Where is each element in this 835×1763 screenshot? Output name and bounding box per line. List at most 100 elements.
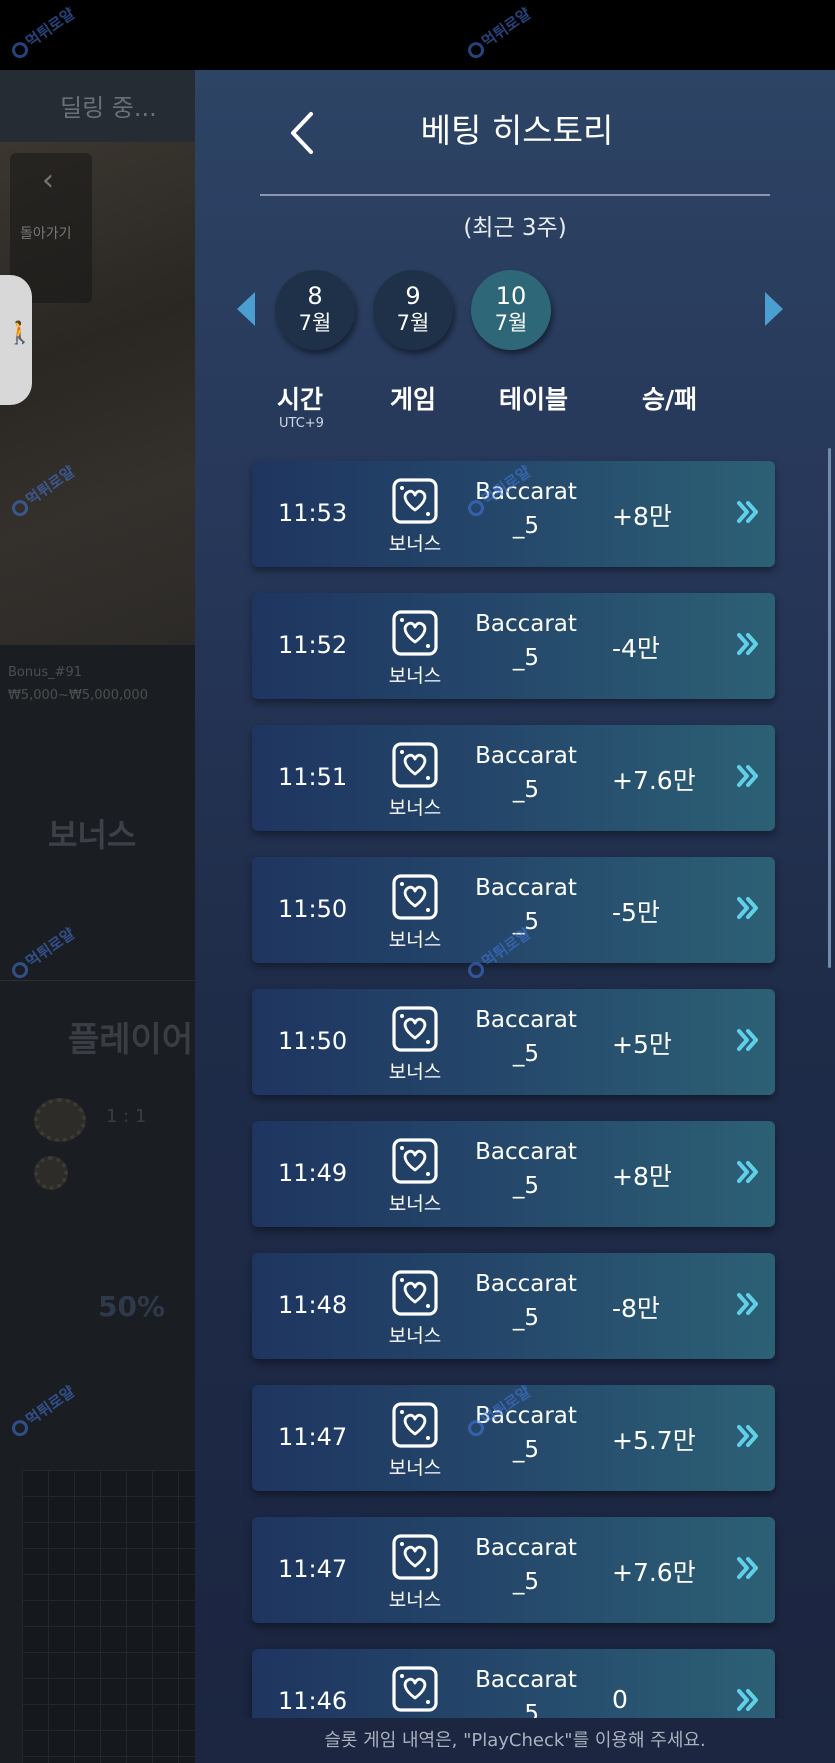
period-label: (최근 3주) [463, 215, 567, 241]
double-chevron-right-icon[interactable] [735, 893, 761, 923]
background-game-view: 딜링 중... ‹ 돌아가기 🚶 Bonus_#91 ₩5,000~₩5,000… [0, 70, 195, 1763]
history-row[interactable]: 11:50 보너스 Baccarat _5 -5만 [252, 857, 775, 963]
page-title: 베팅 히스토리 [420, 111, 614, 150]
row-table-number: _5 [512, 777, 540, 803]
playing-card-heart-icon [392, 742, 438, 788]
accessibility-person-icon: 🚶 [6, 321, 34, 346]
double-chevron-right-icon[interactable] [735, 1553, 761, 1583]
double-chevron-right-icon[interactable] [735, 1025, 761, 1055]
prev-date-arrow-icon[interactable] [237, 292, 255, 326]
header-time: 시간 [277, 385, 324, 414]
row-table-number: _5 [512, 1041, 540, 1067]
row-time: 11:48 [278, 1291, 348, 1319]
history-row[interactable]: 11:47 보너스 Baccarat _5 +5.7만 [252, 1385, 775, 1491]
playing-card-heart-icon [392, 1270, 438, 1316]
double-chevron-right-icon[interactable] [735, 1289, 761, 1319]
playing-card-heart-icon [392, 478, 438, 524]
date-day: 9 [405, 282, 421, 310]
background-table-name: Bonus_#91 [8, 665, 83, 680]
row-table-number: _5 [512, 513, 540, 539]
date-month: 7월 [494, 311, 528, 335]
accessibility-tab[interactable]: 🚶 [0, 275, 34, 405]
row-table-number: _5 [512, 1569, 540, 1595]
background-divider [0, 980, 195, 981]
date-button-8[interactable]: 8 7월 [275, 270, 355, 350]
row-table-name: Baccarat [475, 611, 577, 637]
row-result: +8만 [612, 1162, 672, 1191]
row-table-number: _5 [512, 1173, 540, 1199]
history-row[interactable]: 11:49 보너스 Baccarat _5 +8만 [252, 1121, 775, 1227]
playing-card-heart-icon [392, 1402, 438, 1448]
chevron-left-icon: ‹ [42, 163, 54, 198]
row-game: 보너스 [388, 665, 442, 687]
date-button-9[interactable]: 9 7월 [373, 270, 453, 350]
row-result: +7.6만 [612, 1558, 696, 1587]
row-table-name: Baccarat [475, 1535, 577, 1561]
playing-card-heart-icon [392, 1534, 438, 1580]
header-result: 승/패 [642, 385, 698, 414]
betting-history-panel: 베팅 히스토리 (최근 3주) 8 7월 9 7월 10 7월 시간 UTC+9… [195, 70, 835, 1763]
date-selector: 8 7월 9 7월 10 7월 [195, 270, 835, 360]
history-row[interactable]: 11:50 보너스 Baccarat _5 +5만 [252, 989, 775, 1095]
row-result: +5.7만 [612, 1426, 696, 1455]
double-chevron-right-icon[interactable] [735, 1157, 761, 1187]
row-table-number: _5 [512, 645, 540, 671]
date-button-10[interactable]: 10 7월 [471, 270, 551, 350]
row-time: 11:47 [278, 1555, 348, 1583]
row-time: 11:51 [278, 763, 348, 791]
row-time: 11:50 [278, 895, 348, 923]
header-divider [260, 194, 770, 196]
history-row[interactable]: 11:51 보너스 Baccarat _5 +7.6만 [252, 725, 775, 831]
history-row[interactable]: 11:53 보너스 Baccarat _5 +8만 [252, 461, 775, 567]
double-chevron-right-icon[interactable] [735, 497, 761, 527]
row-time: 11:47 [278, 1423, 348, 1451]
double-chevron-right-icon[interactable] [735, 629, 761, 659]
row-table-name: Baccarat [475, 743, 577, 769]
history-row[interactable]: 11:52 보너스 Baccarat _5 -4만 [252, 593, 775, 699]
row-game: 보너스 [388, 1061, 442, 1083]
row-time: 11:52 [278, 631, 348, 659]
row-game: 보너스 [388, 1457, 442, 1479]
background-status-bar: 딜링 중... [0, 70, 195, 142]
background-back-label: 돌아가기 [20, 226, 72, 242]
row-table-name: Baccarat [475, 1139, 577, 1165]
row-game: 보너스 [388, 1589, 442, 1611]
row-result: -4만 [612, 634, 660, 663]
background-player-label: 플레이어 [68, 1020, 194, 1060]
history-row[interactable]: 11:48 보너스 Baccarat _5 -8만 [252, 1253, 775, 1359]
playing-card-heart-icon [392, 1666, 438, 1712]
header-game: 게임 [390, 385, 437, 414]
row-table-name: Baccarat [475, 1271, 577, 1297]
top-status-strip [0, 0, 835, 70]
header-table: 테이블 [499, 385, 569, 414]
row-table-name: Baccarat [475, 479, 577, 505]
row-time: 11:46 [278, 1687, 348, 1715]
scrollbar[interactable] [828, 448, 831, 968]
background-percent: 50% [98, 1290, 166, 1323]
column-headers: 시간 UTC+9 게임 테이블 승/패 [195, 380, 835, 450]
playing-card-heart-icon [392, 1006, 438, 1052]
row-table-name: Baccarat [475, 1403, 577, 1429]
row-result: -8만 [612, 1294, 660, 1323]
playing-card-heart-icon [392, 610, 438, 656]
row-table-name: Baccarat [475, 1007, 577, 1033]
next-date-arrow-icon[interactable] [765, 292, 783, 326]
row-result: +7.6만 [612, 766, 696, 795]
double-chevron-right-icon[interactable] [735, 761, 761, 791]
row-result: +8만 [612, 502, 672, 531]
row-game: 보너스 [388, 1325, 442, 1347]
double-chevron-right-icon[interactable] [735, 1421, 761, 1451]
date-month: 7월 [298, 311, 332, 335]
chip-icon [34, 1098, 86, 1142]
date-day: 8 [307, 282, 323, 310]
date-day: 10 [495, 282, 527, 310]
row-game: 보너스 [388, 929, 442, 951]
history-row[interactable]: 11:47 보너스 Baccarat _5 +7.6만 [252, 1517, 775, 1623]
row-table-number: _5 [512, 1305, 540, 1331]
row-time: 11:50 [278, 1027, 348, 1055]
row-result: -5만 [612, 898, 660, 927]
background-roadmap-grid [22, 1470, 195, 1763]
row-game: 보너스 [388, 533, 442, 555]
double-chevron-right-icon[interactable] [735, 1685, 761, 1715]
row-game: 보너스 [388, 797, 442, 819]
